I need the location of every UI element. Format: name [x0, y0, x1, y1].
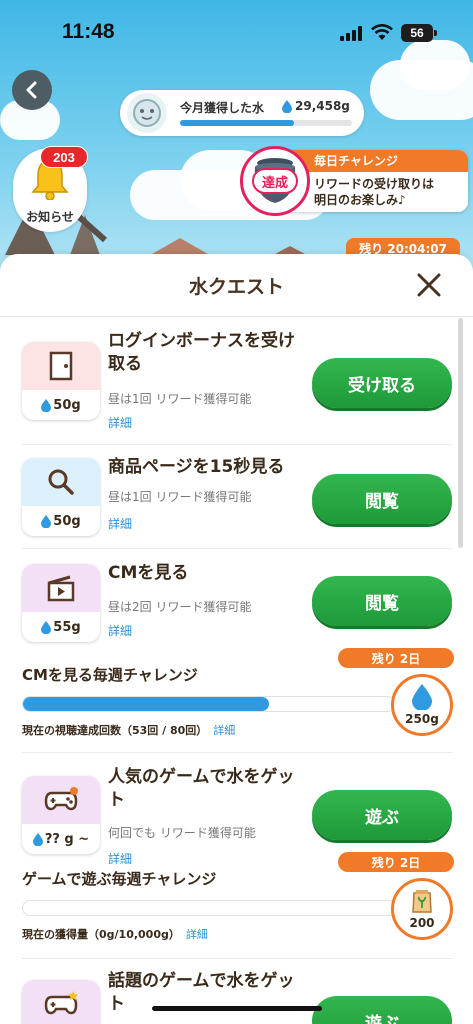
quest-separator: [22, 548, 452, 549]
monthly-water-label: 今月獲得した水: [180, 101, 265, 115]
quest-amount: 50g: [53, 397, 81, 413]
quest-detail-link[interactable]: 詳細: [108, 622, 132, 639]
water-drop-icon: [41, 620, 52, 634]
notification-count-badge: 203: [40, 146, 88, 168]
weekly-reward[interactable]: 250g: [391, 674, 453, 736]
quest-detail-link[interactable]: 詳細: [108, 850, 132, 867]
weekly-reward[interactable]: 200: [391, 878, 453, 940]
quest-title: CMを見る: [108, 563, 189, 583]
monthly-water-progress: [180, 120, 352, 126]
daily-challenge-line1: リワードの受け取りは: [314, 177, 435, 191]
character-badge: [124, 90, 170, 136]
water-drop-icon: [41, 398, 52, 412]
quest-separator: [22, 444, 452, 445]
search-icon: [48, 469, 74, 495]
character-icon: [133, 99, 161, 127]
sheet-divider: [0, 316, 473, 317]
weekly-reward-value: 250g: [405, 712, 439, 726]
weekly-note-text: 現在の獲得量（0g/10,000g）: [22, 928, 180, 941]
weekly-progress-note: 現在の視聴達成回数（53回 / 80回） 詳細: [22, 722, 235, 738]
back-button[interactable]: [12, 70, 52, 110]
quest-detail-link[interactable]: 詳細: [108, 515, 132, 532]
weekly-note-text: 現在の視聴達成回数（53回 / 80回）: [22, 724, 208, 737]
scrollbar[interactable]: [458, 318, 463, 548]
quest-subtitle: 昼は1回 リワード獲得可能: [108, 490, 252, 504]
quest-amount: 55g: [53, 619, 81, 635]
quest-icon-card: [22, 980, 100, 1024]
quest-icon-card: 50g: [22, 342, 100, 420]
weekly-reward-value: 200: [409, 916, 435, 930]
weekly-remaining-tag: 残り 2日: [338, 852, 454, 872]
daily-challenge-card[interactable]: 毎日チャレンジ リワードの受け取りは 明日のお楽しみ♪ 達成: [240, 146, 468, 216]
sheet-title: 水クエスト: [188, 276, 284, 298]
quest-amount: ?? g ~: [44, 831, 90, 847]
notification-label: お知らせ: [26, 210, 74, 224]
quest-title: 人気のゲームで水をゲット: [108, 767, 295, 810]
quest-separator: [22, 958, 452, 959]
water-drop-icon: [32, 832, 43, 846]
achieved-badge: 達成: [252, 168, 298, 194]
water-drop-icon: [412, 684, 432, 710]
view-button[interactable]: 閲覧: [312, 474, 452, 524]
water-quest-sheet: 水クエスト 50g ログインボーナスを受け取る 昼は1回 リワード獲得可能 詳細…: [0, 254, 473, 1024]
weekly-detail-link[interactable]: 詳細: [186, 926, 208, 942]
view-button[interactable]: 閲覧: [312, 576, 452, 626]
weekly-remaining-tag: 残り 2日: [338, 648, 454, 668]
monthly-water-amount: 29,458g: [295, 99, 350, 113]
seed-bag-icon: [412, 890, 432, 913]
quest-subtitle: 昼は1回 リワード獲得可能: [108, 392, 252, 406]
water-drop-icon: [282, 99, 292, 113]
monthly-water-progress-fill: [180, 120, 294, 126]
quest-subtitle: 昼は2回 リワード獲得可能: [108, 600, 252, 614]
chevron-left-icon: [26, 81, 37, 99]
receive-button[interactable]: 受け取る: [312, 358, 452, 408]
weekly-progress-note: 現在の獲得量（0g/10,000g） 詳細: [22, 926, 208, 942]
weekly-detail-link[interactable]: 詳細: [213, 722, 235, 738]
close-icon[interactable]: [414, 270, 444, 300]
play-button[interactable]: 遊ぶ: [312, 790, 452, 840]
weekly-challenge-title: CMを見る毎週チャレンジ: [22, 666, 198, 684]
battery-tip: [434, 30, 437, 36]
weekly-progress-bar: [22, 900, 396, 916]
home-indicator[interactable]: [152, 1006, 322, 1011]
quest-title: 商品ページを15秒見る: [108, 457, 285, 477]
daily-challenge-line2: 明日のお楽しみ♪: [314, 193, 406, 207]
weekly-progress-bar: [22, 696, 396, 712]
weekly-progress-fill: [23, 697, 270, 711]
monthly-water-card[interactable]: 今月獲得した水 29,458g: [120, 90, 364, 136]
gamepad-star-icon: [44, 991, 78, 1015]
quest-icon-card: ?? g ~: [22, 776, 100, 854]
clapperboard-icon: [47, 575, 75, 602]
quest-subtitle: 何回でも リワード獲得可能: [108, 826, 256, 840]
quest-title: ログインボーナスを受け取る: [108, 331, 295, 374]
gamepad-icon: [44, 787, 78, 811]
water-drop-icon: [41, 514, 52, 528]
play-button[interactable]: 遊ぶ: [312, 996, 452, 1024]
quest-icon-card: 50g: [22, 458, 100, 536]
quest-icon-card: 55g: [22, 564, 100, 642]
quest-separator: [22, 752, 452, 753]
weekly-challenge-title: ゲームで遊ぶ毎週チャレンジ: [22, 870, 217, 888]
status-time: 11:48: [62, 20, 115, 43]
battery-indicator: 56: [401, 24, 433, 42]
quest-amount: 50g: [53, 513, 81, 529]
daily-challenge-title: 毎日チャレンジ: [280, 150, 468, 172]
cellular-signal-icon: [340, 26, 362, 41]
quest-detail-link[interactable]: 詳細: [108, 414, 132, 431]
monthly-water-value: 29,458g: [282, 99, 350, 113]
status-bar: 11:48 56: [0, 0, 473, 60]
wifi-icon: [371, 24, 393, 40]
door-icon: [49, 351, 73, 381]
